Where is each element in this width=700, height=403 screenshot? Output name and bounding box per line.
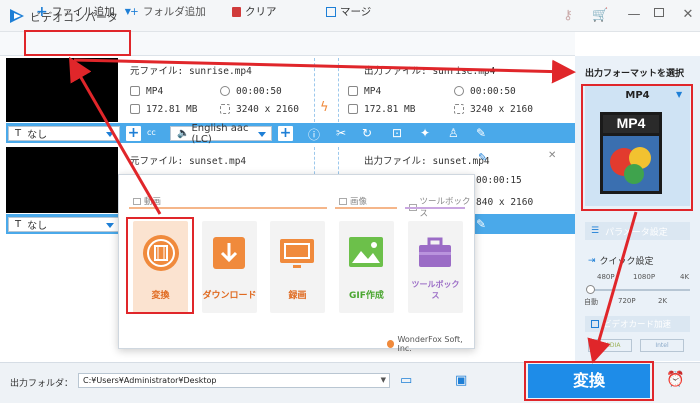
arrow-to-convert (587, 211, 638, 364)
annotation-arrows (68, 56, 638, 364)
arrow-to-format (73, 58, 576, 84)
arrow-to-add-file (68, 56, 162, 215)
